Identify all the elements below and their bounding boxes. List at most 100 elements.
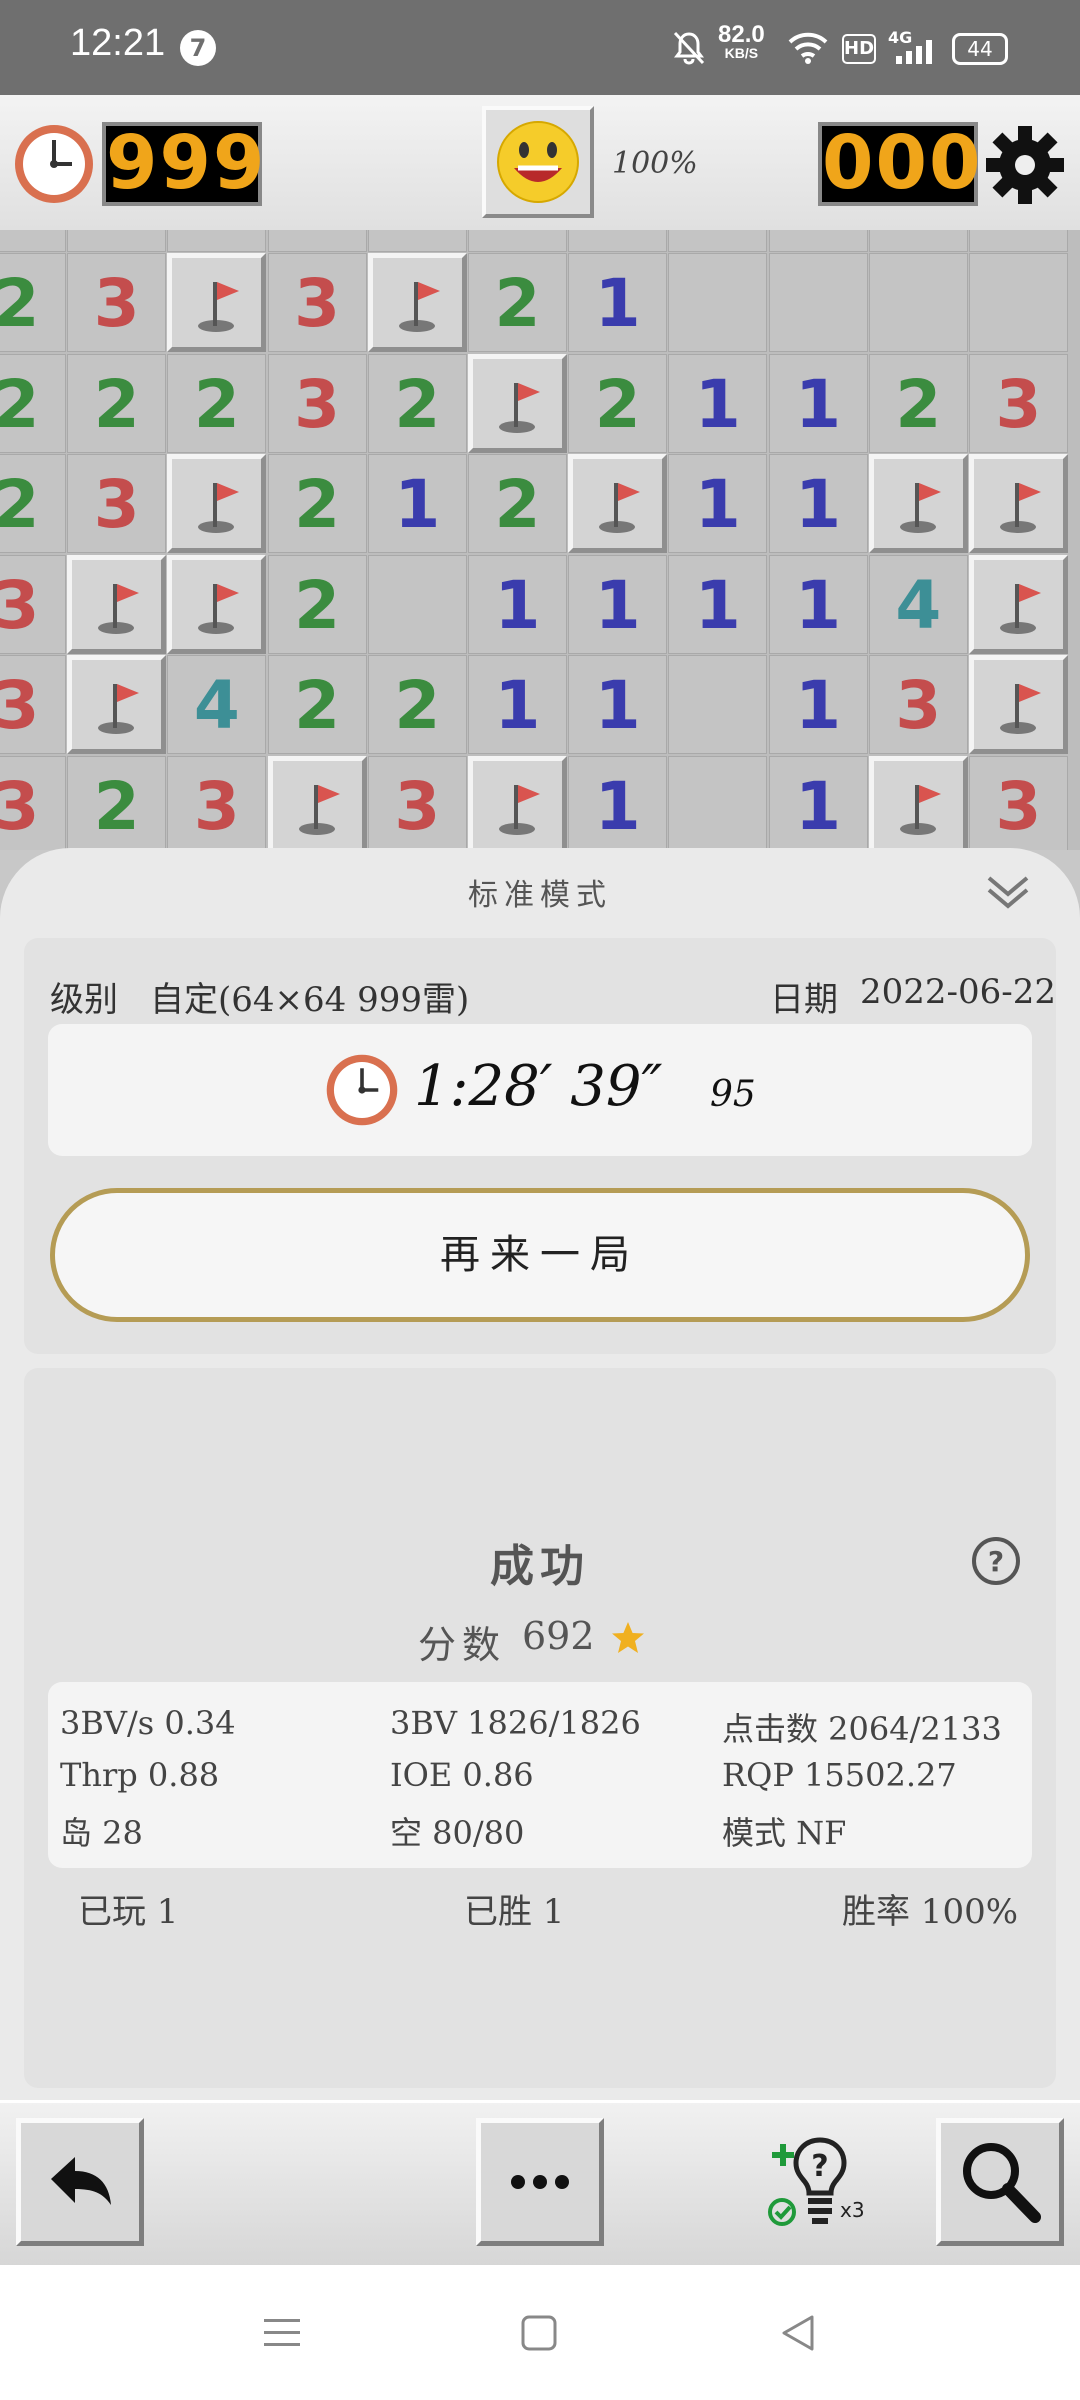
number-cell[interactable]: 2 (0, 353, 66, 453)
hint-button[interactable]: ? x3 (764, 2130, 874, 2240)
board-cell[interactable] (768, 230, 868, 252)
undo-button[interactable] (16, 2118, 144, 2246)
number-cell[interactable]: 2 (67, 353, 167, 453)
flag-cell[interactable] (868, 755, 968, 850)
clock-icon (324, 1052, 400, 1132)
number-cell[interactable]: 1 (768, 655, 868, 754)
flag-cell[interactable] (969, 554, 1068, 654)
empty-cell[interactable] (969, 253, 1068, 352)
board-cell[interactable] (0, 230, 66, 252)
flag-cell[interactable] (167, 554, 267, 654)
number-cell[interactable]: 2 (267, 554, 367, 654)
empty-cell[interactable] (668, 755, 768, 850)
flag-cell[interactable] (969, 655, 1068, 754)
board-cell[interactable] (167, 230, 267, 252)
empty-cell[interactable] (668, 655, 768, 754)
collapse-chevron-icon[interactable] (985, 872, 1031, 912)
board-cell[interactable] (468, 230, 567, 252)
flag-icon (599, 483, 641, 533)
number-cell[interactable]: 1 (468, 554, 567, 654)
number-cell[interactable]: 3 (969, 353, 1068, 453)
play-again-button[interactable]: 再来一局 (50, 1188, 1030, 1322)
flag-cell[interactable] (67, 554, 167, 654)
number-cell[interactable]: 3 (969, 755, 1068, 850)
gear-icon[interactable] (982, 122, 1068, 212)
number-cell[interactable]: 1 (568, 755, 668, 850)
help-icon[interactable]: ? (970, 1535, 1022, 1591)
flag-icon (98, 583, 140, 634)
number-cell[interactable]: 1 (668, 554, 768, 654)
flag-cell[interactable] (468, 755, 567, 850)
number-cell[interactable]: 4 (167, 655, 267, 754)
empty-cell[interactable] (768, 253, 868, 352)
board-cell[interactable] (568, 230, 668, 252)
flag-cell[interactable] (969, 454, 1068, 553)
number-cell[interactable]: 1 (468, 655, 567, 754)
more-button[interactable] (476, 2118, 604, 2246)
home-icon[interactable] (520, 2313, 558, 2357)
number-cell[interactable]: 1 (768, 454, 868, 553)
number-cell[interactable]: 3 (367, 755, 467, 850)
minefield-board[interactable]: 2332122232211232321211321111434221113323… (0, 230, 1080, 850)
empty-cell[interactable] (868, 253, 968, 352)
number-cell[interactable]: 2 (468, 253, 567, 352)
number-cell[interactable]: 2 (167, 353, 267, 453)
number-cell[interactable]: 1 (568, 655, 668, 754)
number-cell[interactable]: 2 (468, 454, 567, 553)
flag-cell[interactable] (868, 454, 968, 553)
flag-cell[interactable] (167, 454, 267, 553)
signal-icon (894, 40, 938, 68)
number-cell[interactable]: 2 (367, 655, 467, 754)
menu-icon[interactable] (262, 2315, 302, 2355)
board-cell[interactable] (267, 230, 367, 252)
number-cell[interactable]: 2 (67, 755, 167, 850)
number-cell[interactable]: 3 (167, 755, 267, 850)
number-cell[interactable]: 2 (267, 655, 367, 754)
empty-cell[interactable] (367, 554, 467, 654)
flag-cell[interactable] (67, 655, 167, 754)
board-cell[interactable] (668, 230, 768, 252)
board-cell[interactable] (367, 230, 467, 252)
number-cell[interactable]: 1 (568, 554, 668, 654)
number-cell[interactable]: 3 (0, 755, 66, 850)
number-cell[interactable]: 1 (768, 554, 868, 654)
number-cell[interactable]: 1 (668, 454, 768, 553)
search-button[interactable] (936, 2118, 1064, 2246)
number-cell[interactable]: 1 (568, 253, 668, 352)
number-cell[interactable]: 1 (668, 353, 768, 453)
flag-cell[interactable] (367, 253, 467, 352)
number-cell[interactable]: 3 (0, 554, 66, 654)
flag-cell[interactable] (468, 353, 567, 453)
number-cell[interactable]: 3 (267, 353, 367, 453)
new-game-button[interactable] (482, 106, 594, 218)
number-cell[interactable]: 1 (367, 454, 467, 553)
number-cell[interactable]: 2 (868, 353, 968, 453)
board-cell[interactable] (868, 230, 968, 252)
number-cell[interactable]: 2 (367, 353, 467, 453)
number-cell[interactable]: 3 (868, 655, 968, 754)
undo-icon (51, 2157, 111, 2205)
board-cell[interactable] (67, 230, 167, 252)
flag-cell[interactable] (167, 253, 267, 352)
back-icon[interactable] (778, 2313, 818, 2357)
board-cell[interactable] (969, 230, 1068, 252)
number-cell[interactable]: 1 (768, 353, 868, 453)
empty-cell[interactable] (668, 253, 768, 352)
number-cell[interactable]: 4 (868, 554, 968, 654)
number-cell[interactable]: 3 (267, 253, 367, 352)
number-cell[interactable]: 3 (67, 253, 167, 352)
number-cell[interactable]: 2 (267, 454, 367, 553)
games-played: 已玩 1 (78, 1892, 179, 1932)
number-cell[interactable]: 2 (568, 353, 668, 453)
number-cell[interactable]: 3 (67, 454, 167, 553)
flag-cell[interactable] (568, 454, 668, 553)
number-cell[interactable]: 2 (0, 454, 66, 553)
number-cell[interactable]: 2 (0, 253, 66, 352)
mine-counter: 000 (818, 122, 980, 206)
number-cell[interactable]: 1 (768, 755, 868, 850)
star-icon (610, 1620, 646, 1660)
hint-bulb-icon: ? (768, 2137, 847, 2226)
flag-cell[interactable] (267, 755, 367, 850)
number-cell[interactable]: 3 (0, 655, 66, 754)
flag-icon (198, 483, 240, 533)
